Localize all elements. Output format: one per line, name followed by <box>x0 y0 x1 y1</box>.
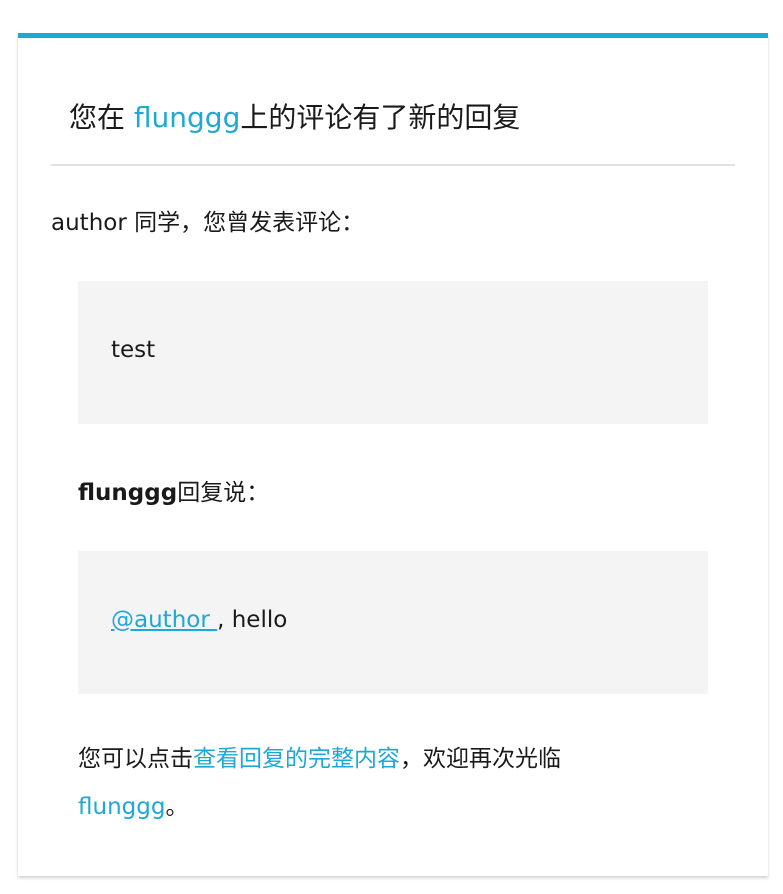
reply-label: flunggg回复说： <box>78 476 269 510</box>
footer-end: 。 <box>165 794 189 820</box>
footer-prefix: 您可以点击 <box>78 746 193 772</box>
site-link-footer[interactable]: flunggg <box>78 794 165 820</box>
reply-body: , hello <box>217 607 288 633</box>
view-reply-link[interactable]: 查看回复的完整内容 <box>193 746 400 772</box>
reply-author: flunggg <box>78 480 178 506</box>
reply-comment-box: @author , hello <box>78 551 708 694</box>
original-comment-text: test <box>111 337 156 363</box>
reply-label-suffix: 回复说： <box>177 480 270 506</box>
footer-middle: ，欢迎再次光临 <box>400 746 561 772</box>
original-comment-box: test <box>78 281 708 424</box>
greeting-text: author 同学，您曾发表评论： <box>51 210 365 236</box>
title-prefix: 您在 <box>69 101 134 134</box>
footer-text: 您可以点击查看回复的完整内容，欢迎再次光临 flunggg。 <box>78 735 698 831</box>
site-link-title[interactable]: flunggg <box>134 101 240 134</box>
email-title: 您在 flunggg上的评论有了新的回复 <box>69 98 520 138</box>
reply-comment-text: @author , hello <box>111 603 287 637</box>
mention-link[interactable]: @author <box>111 607 217 633</box>
email-header: 您在 flunggg上的评论有了新的回复 <box>51 92 735 166</box>
title-suffix: 上的评论有了新的回复 <box>240 101 521 134</box>
email-card: 您在 flunggg上的评论有了新的回复 author 同学，您曾发表评论： t… <box>18 33 768 876</box>
